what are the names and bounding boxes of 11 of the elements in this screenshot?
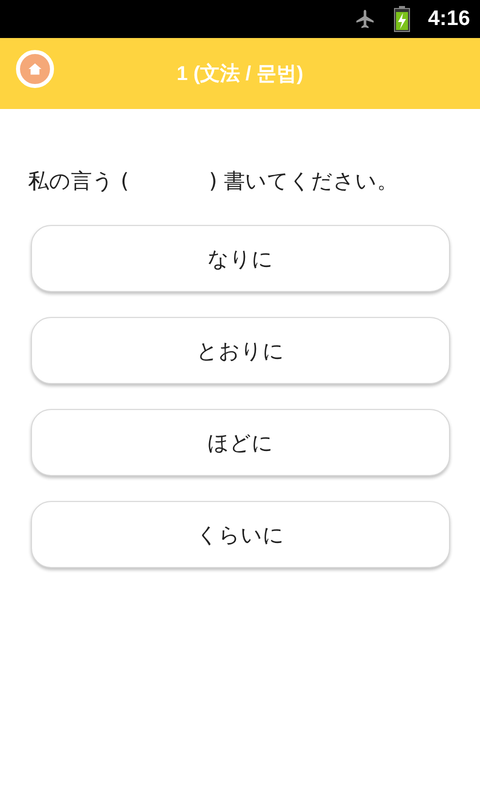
- home-icon: [27, 61, 43, 77]
- airplane-icon: [354, 8, 376, 30]
- answer-option[interactable]: とおりに: [31, 317, 450, 384]
- answer-option[interactable]: なりに: [31, 225, 450, 292]
- answer-option[interactable]: ほどに: [31, 409, 450, 476]
- battery-charging-icon: [394, 6, 410, 32]
- answer-option[interactable]: くらいに: [31, 501, 450, 568]
- home-button[interactable]: [16, 50, 54, 88]
- screen-title: 1 (文法 / 문법): [176, 62, 304, 87]
- question-text: 私の言う ( ) 書いてください。: [28, 168, 399, 195]
- clock-time: 4:16: [428, 7, 470, 31]
